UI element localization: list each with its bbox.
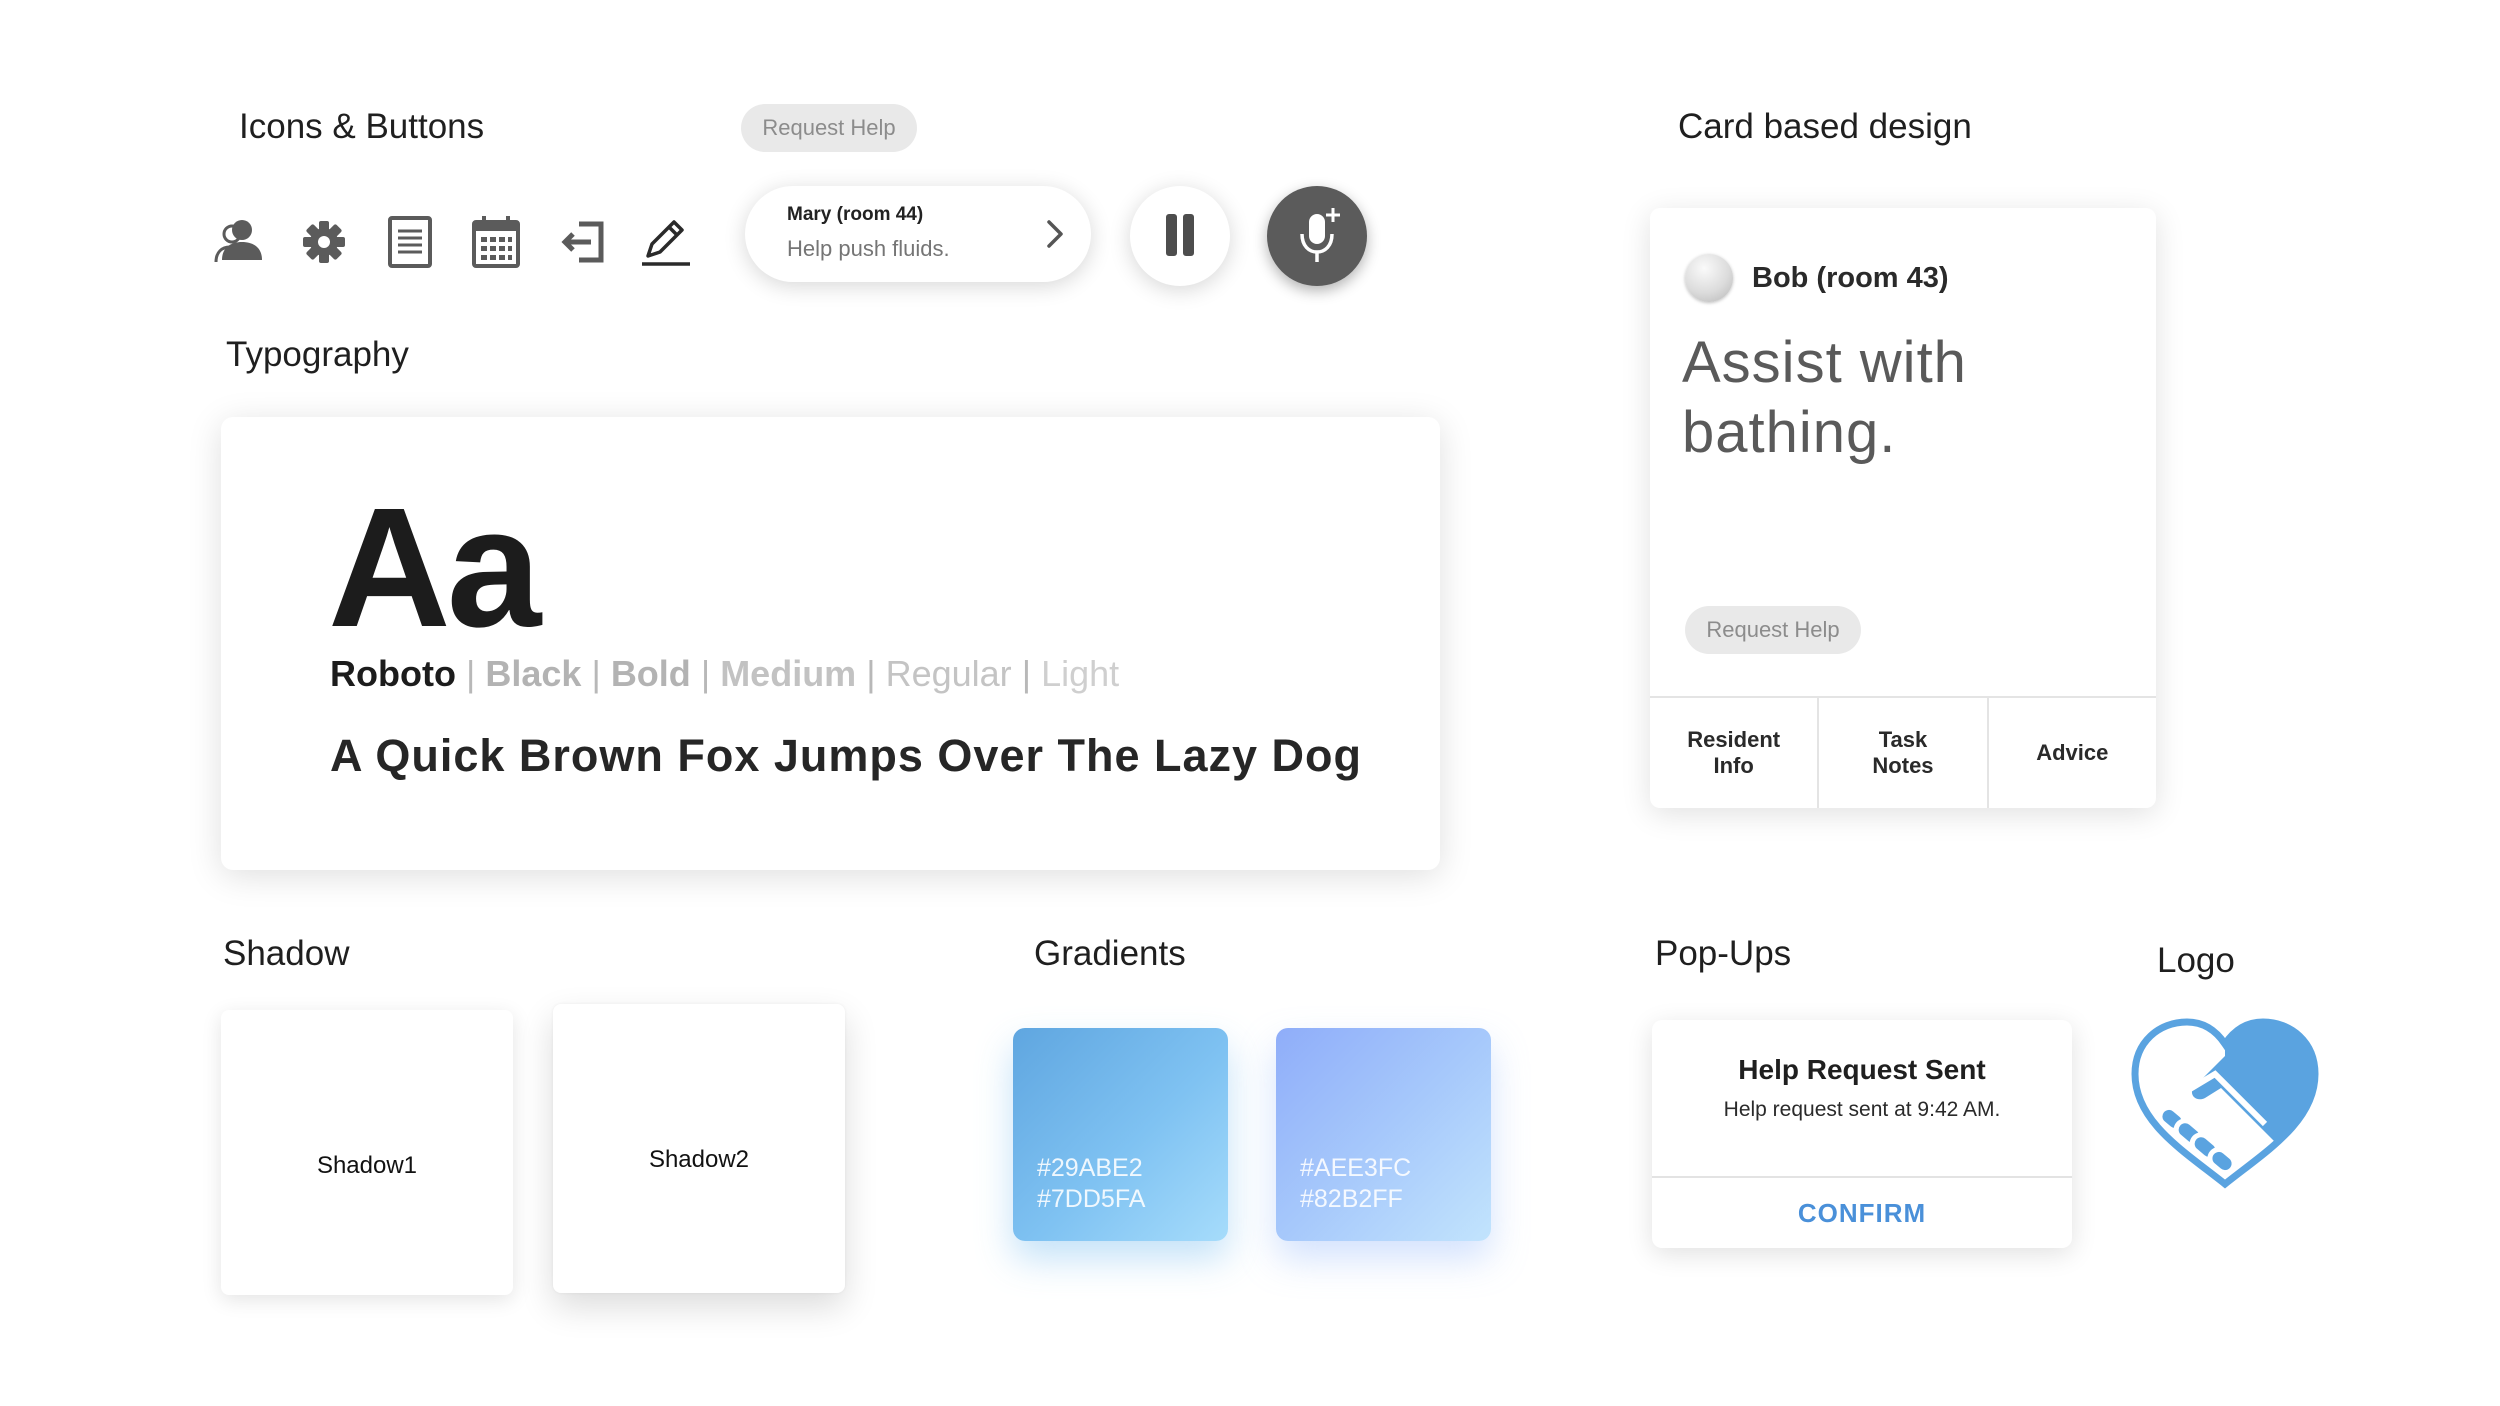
font-weight-medium: Medium <box>720 653 857 694</box>
request-help-button[interactable]: Request Help <box>741 104 917 152</box>
person-icon[interactable] <box>212 214 268 270</box>
section-title-logo: Logo <box>2157 941 2235 980</box>
avatar <box>1685 254 1733 302</box>
pencil-icon[interactable] <box>638 214 694 270</box>
shadow-sample-2: Shadow2 <box>553 1004 845 1293</box>
font-weight-black: Black <box>485 653 582 694</box>
logout-icon[interactable] <box>557 214 613 270</box>
shadow-sample-1: Shadow1 <box>221 1010 513 1295</box>
section-title-shadow: Shadow <box>223 934 350 973</box>
shadow-label: Shadow1 <box>316 1152 418 1179</box>
font-name: Roboto <box>330 653 456 694</box>
font-weight-light: Light <box>1041 653 1120 694</box>
request-help-button[interactable]: Request Help <box>1685 606 1861 654</box>
typography-sample-large: Aa <box>328 473 541 663</box>
resident-card-bob: Bob (room 43) Assist with bathing. Reque… <box>1650 208 2156 808</box>
shadow-label: Shadow2 <box>648 1146 750 1173</box>
font-weight-bold: Bold <box>610 653 691 694</box>
tab-advice[interactable]: Advice <box>1986 698 2156 808</box>
typography-card: Aa Roboto | Black | Bold | Medium | Regu… <box>221 417 1440 870</box>
gradient-color-1: #29ABE2 <box>1037 1154 1143 1182</box>
request-message: Help push fluids. <box>787 236 950 261</box>
chevron-right-icon[interactable] <box>1041 216 1069 252</box>
section-title-icons-buttons: Icons & Buttons <box>239 107 485 146</box>
document-icon[interactable] <box>382 214 438 270</box>
pause-button[interactable] <box>1130 186 1230 286</box>
section-title-card-design: Card based design <box>1678 107 1972 146</box>
pause-icon <box>1166 214 1177 256</box>
gradient-color-2: #82B2FF <box>1300 1185 1403 1213</box>
section-title-popups: Pop-Ups <box>1655 934 1792 973</box>
add-voice-request-button[interactable] <box>1267 186 1367 286</box>
resident-name: Mary (room 44) <box>787 204 924 225</box>
popup-message: Help request sent at 9:42 AM. <box>1723 1098 2001 1121</box>
sample-sentence: A Quick Brown Fox Jumps Over The Lazy Do… <box>330 730 1363 781</box>
section-title-typography: Typography <box>226 335 409 374</box>
calendar-icon[interactable] <box>468 214 524 270</box>
popup-title: Help Request Sent <box>1738 1054 1986 1085</box>
gradient-swatch-2: #AEE3FC #82B2FF <box>1276 1028 1491 1241</box>
card-tabs: Resident Info Task Notes Advice <box>1650 696 2156 808</box>
font-weights-line: Roboto | Black | Bold | Medium | Regular… <box>330 653 1120 694</box>
font-weight-regular: Regular <box>885 653 1012 694</box>
handshake-heart-logo <box>2125 1012 2325 1192</box>
gradient-color-2: #7DD5FA <box>1037 1185 1146 1213</box>
tab-resident-info[interactable]: Resident Info <box>1650 698 1817 808</box>
help-request-popup: Help Request Sent Help request sent at 9… <box>1652 1020 2072 1248</box>
confirm-button[interactable]: CONFIRM <box>1652 1198 2072 1229</box>
gear-icon[interactable] <box>296 214 352 270</box>
resident-name: Bob (room 43) <box>1752 262 1949 294</box>
gradient-swatch-1: #29ABE2 #7DD5FA <box>1013 1028 1228 1241</box>
notification-card-mary[interactable]: Mary (room 44) Help push fluids. <box>745 186 1091 282</box>
task-description: Assist with bathing. <box>1682 330 1967 465</box>
popup-divider <box>1652 1176 2072 1178</box>
section-title-gradients: Gradients <box>1034 934 1186 973</box>
gradient-color-1: #AEE3FC <box>1300 1154 1412 1182</box>
tab-task-notes[interactable]: Task Notes <box>1817 698 1986 808</box>
microphone-plus-icon <box>1300 208 1340 262</box>
